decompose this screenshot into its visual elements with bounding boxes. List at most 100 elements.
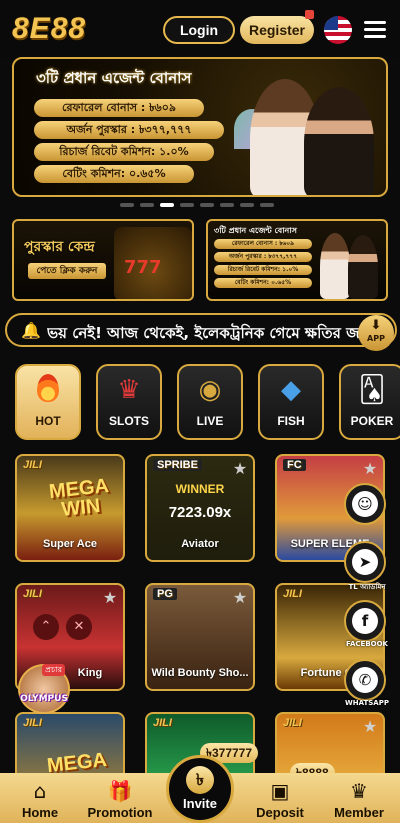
nav-deposit[interactable]: ▣ Deposit bbox=[248, 773, 312, 823]
provider-logo: PG bbox=[153, 588, 177, 600]
model-image bbox=[348, 235, 378, 299]
promo-banner[interactable]: ৩টি প্রধান এজেন্ট বোনাস রেফারেল বোনাস : … bbox=[12, 57, 388, 197]
game-name: Aviator bbox=[181, 538, 219, 550]
hamburger-menu-icon[interactable] bbox=[364, 21, 386, 39]
facebook-button[interactable]: f FACEBOOK bbox=[344, 600, 388, 648]
provider-logo: JILI bbox=[23, 588, 42, 600]
pagination-dot[interactable] bbox=[140, 203, 154, 207]
crown-icon: ♛ bbox=[350, 779, 368, 803]
app-download-button[interactable]: ⬇ APP bbox=[358, 315, 394, 351]
chat-support-button[interactable]: ☺ bbox=[344, 483, 386, 525]
close-icon[interactable]: ✕ bbox=[66, 614, 92, 640]
model-image bbox=[320, 233, 350, 299]
gift-box-icon: 🎁 bbox=[107, 779, 133, 803]
pagination-dot[interactable] bbox=[120, 203, 134, 207]
game-card-wild-bounty[interactable]: PG ★ Wild Bounty Sho... bbox=[145, 583, 255, 691]
nav-label: Invite bbox=[183, 796, 217, 811]
pagination-dot[interactable] bbox=[200, 203, 214, 207]
whatsapp-caption: WHATSAPP bbox=[345, 699, 389, 707]
pagination-dot[interactable] bbox=[260, 203, 274, 207]
chat-support-icon: ☺ bbox=[352, 491, 378, 517]
nav-label: Deposit bbox=[256, 805, 304, 820]
mega-win-art: MEGA WIN bbox=[47, 474, 110, 521]
bell-icon: 🔔 bbox=[21, 321, 41, 340]
taka-coin-icon: ৳ bbox=[186, 766, 214, 794]
banner-row: বেটিং কমিশন: ০.৬৫% bbox=[34, 165, 194, 183]
us-flag-icon[interactable] bbox=[324, 16, 352, 44]
game-card-aviator[interactable]: SPRIBE ★ WINNER 7223.09x Aviator bbox=[145, 454, 255, 562]
favorite-star-icon[interactable]: ★ bbox=[101, 589, 119, 607]
app-label: APP bbox=[367, 334, 385, 343]
facebook-caption: FACEBOOK bbox=[346, 640, 388, 648]
whatsapp-icon: ✆ bbox=[352, 667, 378, 693]
game-name: Super Ace bbox=[42, 538, 97, 550]
reward-center-promo[interactable]: পুরস্কার কেন্দ্র পেতে ক্লিক করুন bbox=[12, 219, 194, 301]
favorite-star-icon[interactable]: ★ bbox=[361, 460, 379, 478]
category-label: HOT bbox=[35, 414, 61, 428]
gift-icon bbox=[305, 10, 314, 19]
provider-logo: SPRIBE bbox=[153, 459, 202, 471]
favorite-star-icon[interactable]: ★ bbox=[231, 589, 249, 607]
telegram-button[interactable]: ➤ TL অ্যাডমিন bbox=[344, 541, 386, 591]
olympus-label: OLYMPUS bbox=[20, 694, 68, 704]
provider-logo: JILI bbox=[283, 588, 302, 600]
category-label: FISH bbox=[277, 414, 305, 428]
pagination-dot[interactable] bbox=[240, 203, 254, 207]
banner-row: অর্জন পুরস্কার : ৳৩৭৭,৭৭৭ bbox=[34, 121, 224, 139]
agent-bonus-promo[interactable]: ৩টি প্রধান এজেন্ট বোনাস রেফারেল বোনাস : … bbox=[206, 219, 388, 301]
category-hot[interactable]: HOT bbox=[15, 364, 81, 440]
home-icon: ⌂ bbox=[33, 779, 47, 803]
banner-row: রিচার্জ রিবেট কমিশন: ১.০% bbox=[34, 143, 214, 161]
multiplier-text: 7223.09x bbox=[168, 504, 232, 521]
jester-hat-icon: ♛ bbox=[117, 375, 141, 405]
agent-bonus-row: বেটিং কমিশন: ০.৬৫% bbox=[214, 278, 312, 288]
fish-icon: ◆ bbox=[281, 375, 301, 405]
reward-center-subtitle: পেতে ক্লিক করুন bbox=[28, 263, 106, 279]
banner-pagination bbox=[120, 203, 280, 209]
category-slots[interactable]: ♛ SLOTS bbox=[96, 364, 162, 440]
model-image bbox=[304, 87, 374, 195]
pagination-dot-active[interactable] bbox=[160, 203, 174, 207]
winner-art: WINNER bbox=[175, 482, 225, 496]
nav-label: Promotion bbox=[87, 805, 153, 820]
facebook-icon: f bbox=[352, 608, 378, 634]
favorite-star-icon[interactable]: ★ bbox=[231, 460, 249, 478]
promo-tag: প্রচার bbox=[42, 664, 66, 676]
announcement-marquee[interactable]: 🔔 ভয় নেই! আজ থেকেই, ইলেকট্রনিক গেমে ক্ষ… bbox=[5, 313, 397, 347]
category-label: LIVE bbox=[196, 414, 224, 428]
site-logo[interactable]: 8E88 bbox=[12, 12, 86, 46]
playing-cards-icon: 🂡 bbox=[358, 375, 386, 405]
category-poker[interactable]: 🂡 POKER bbox=[339, 364, 400, 440]
provider-logo: JILI bbox=[23, 717, 42, 729]
provider-logo: JILI bbox=[283, 717, 302, 729]
whatsapp-button[interactable]: ✆ WHATSAPP bbox=[344, 659, 389, 707]
category-fish[interactable]: ◆ FISH bbox=[258, 364, 324, 440]
fire-icon bbox=[37, 374, 59, 402]
nav-invite[interactable]: ৳ Invite bbox=[166, 755, 234, 823]
agent-bonus-row: রেফারেল বোনাস : ৳৬০৯ bbox=[214, 239, 312, 249]
nav-promotion[interactable]: 🎁 Promotion bbox=[82, 773, 158, 823]
favorite-star-icon[interactable]: ★ bbox=[361, 718, 379, 736]
category-label: POKER bbox=[350, 414, 394, 428]
register-button[interactable]: Register bbox=[240, 16, 314, 44]
collapse-up-icon[interactable]: ⌃ bbox=[33, 614, 59, 640]
category-live[interactable]: ◉ LIVE bbox=[177, 364, 243, 440]
slot-machine-image bbox=[114, 227, 192, 299]
login-button[interactable]: Login bbox=[163, 16, 235, 44]
pagination-dot[interactable] bbox=[180, 203, 194, 207]
nav-member[interactable]: ♛ Member bbox=[326, 773, 392, 823]
nav-label: Member bbox=[334, 805, 384, 820]
game-card-super-ace[interactable]: JILI MEGA WIN Super Ace bbox=[15, 454, 125, 562]
announcement-text: ভয় নেই! আজ থেকেই, ইলেকট্রনিক গেমে ক্ষতি… bbox=[47, 324, 365, 342]
wallet-icon: ▣ bbox=[270, 779, 290, 803]
telegram-icon: ➤ bbox=[352, 549, 378, 575]
casino-chip-icon: ◉ bbox=[198, 375, 222, 405]
provider-logo: JILI bbox=[23, 459, 42, 471]
banner-title: ৩টি প্রধান এজেন্ট বোনাস bbox=[36, 69, 192, 87]
reward-center-title: পুরস্কার কেন্দ্র bbox=[24, 239, 95, 255]
agent-bonus-row: রিচার্জ রিবেট কমিশন: ১.০% bbox=[214, 265, 312, 275]
nav-home[interactable]: ⌂ Home bbox=[10, 773, 70, 823]
pagination-dot[interactable] bbox=[220, 203, 234, 207]
agent-bonus-row: অর্জন পুরস্কার : ৳৩৭৭,৭৭৭ bbox=[214, 252, 312, 262]
banner-row: রেফারেল বোনাস : ৳৬০৯ bbox=[34, 99, 204, 117]
